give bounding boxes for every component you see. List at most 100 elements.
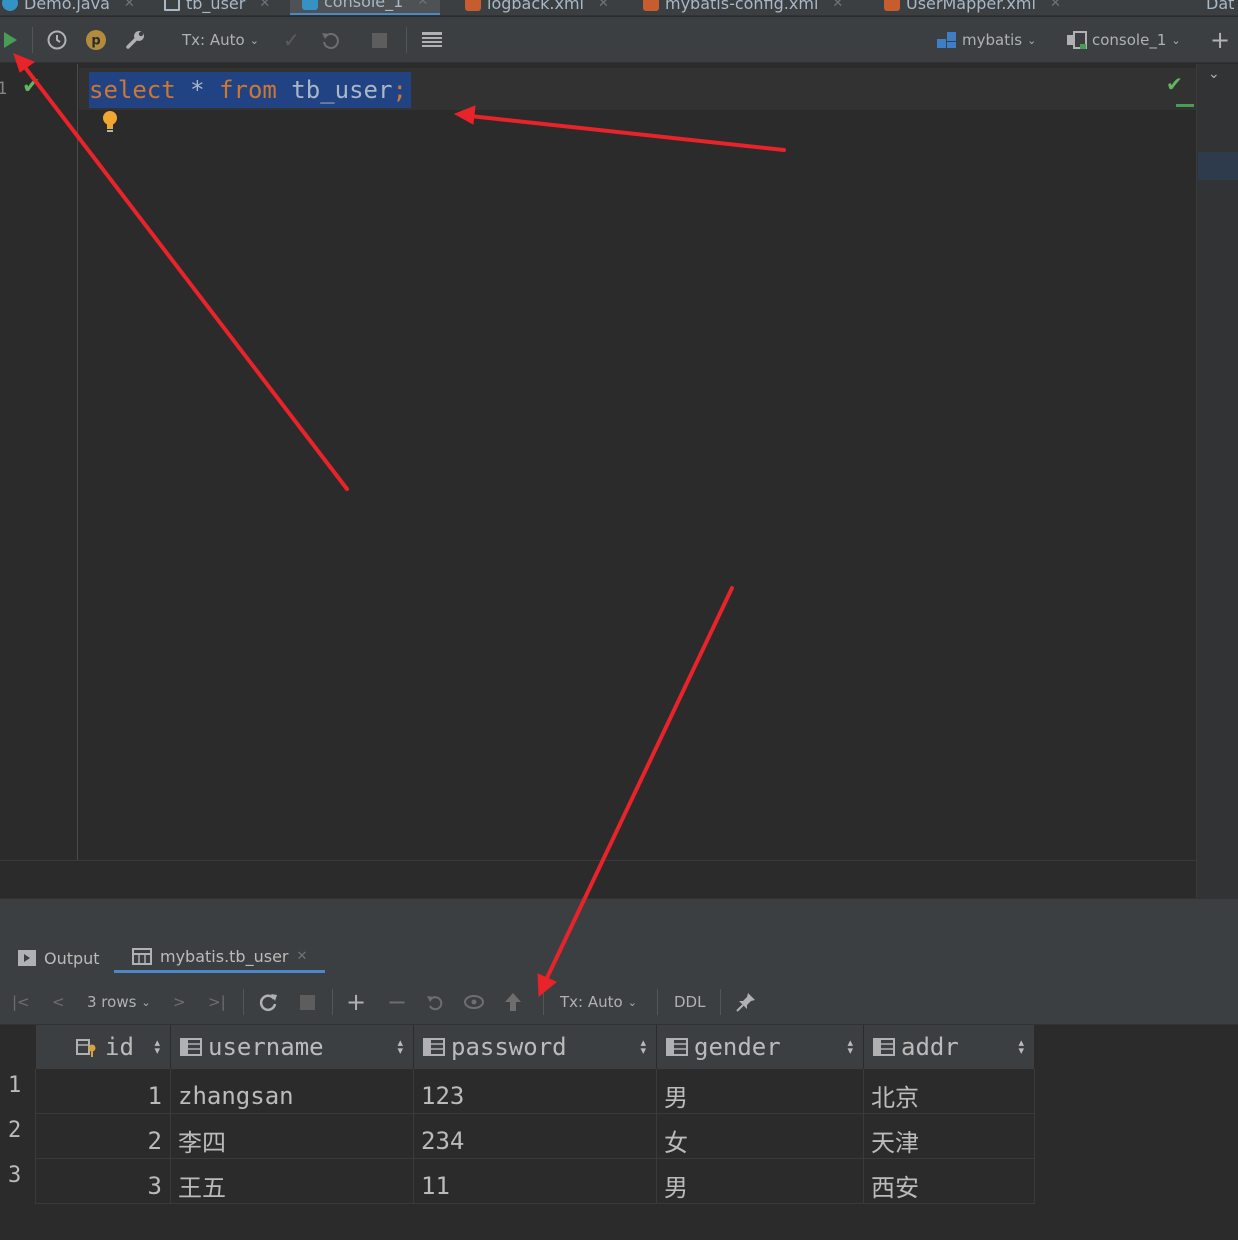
- sql-statement[interactable]: select * from tb_user;: [89, 72, 411, 108]
- previous-page-button[interactable]: <: [52, 979, 65, 1025]
- chevron-right-icon: >: [173, 993, 186, 1011]
- close-icon[interactable]: ✕: [124, 0, 135, 11]
- column-header-gender[interactable]: gender ▴ ▾: [658, 1025, 864, 1069]
- output-icon: [18, 950, 36, 966]
- table-icon: [132, 948, 152, 965]
- revert-button[interactable]: [425, 979, 445, 1025]
- cell-username[interactable]: zhangsan: [172, 1069, 414, 1114]
- add-row-button[interactable]: +: [346, 979, 366, 1025]
- sql-editor[interactable]: 1 ✔ select * from tb_user; ✔: [0, 64, 1196, 860]
- close-icon[interactable]: ✕: [259, 0, 270, 11]
- column-header-password[interactable]: password ▴ ▾: [415, 1025, 657, 1069]
- last-page-button[interactable]: >|: [208, 979, 226, 1025]
- datasource-dropdown[interactable]: mybatis ⌄: [936, 17, 1036, 63]
- sort-icon[interactable]: ▴ ▾: [847, 1037, 853, 1056]
- tab-label: console_1: [324, 0, 404, 11]
- chevron-down-icon[interactable]: ⌄: [1208, 66, 1220, 82]
- column-header-addr[interactable]: addr ▴ ▾: [865, 1025, 1035, 1069]
- column-header-username[interactable]: username ▴ ▾: [172, 1025, 414, 1069]
- pin-tab-button[interactable]: [735, 979, 757, 1025]
- history-button[interactable]: [46, 17, 68, 63]
- close-icon[interactable]: ✕: [832, 0, 843, 11]
- table-row[interactable]: 2 2 李四 234 女 天津: [0, 1114, 1035, 1159]
- tab-logback-xml[interactable]: logback.xml ✕: [465, 0, 609, 15]
- stop-icon: [300, 994, 315, 1010]
- tab-console-1[interactable]: console_1 ✕: [290, 0, 441, 15]
- sort-icon[interactable]: ▴ ▾: [397, 1037, 403, 1056]
- close-icon[interactable]: ✕: [598, 0, 609, 11]
- tab-label: Demo.java: [24, 0, 110, 13]
- close-icon[interactable]: ✕: [417, 0, 428, 9]
- row-count-label: 3 rows: [87, 993, 137, 1011]
- next-page-button[interactable]: >: [173, 979, 186, 1025]
- parameters-button[interactable]: p: [85, 17, 107, 63]
- cell-gender[interactable]: 女: [658, 1114, 864, 1159]
- pin-icon: [736, 993, 755, 1012]
- plus-icon: +: [346, 988, 367, 1016]
- sort-icon[interactable]: ▴ ▾: [1018, 1037, 1024, 1056]
- cell-username[interactable]: 李四: [172, 1114, 414, 1159]
- database-tool-button[interactable]: [1198, 152, 1238, 180]
- cell-password[interactable]: 234: [415, 1114, 657, 1159]
- clock-icon: [47, 30, 67, 50]
- cell-id[interactable]: 3: [37, 1159, 171, 1204]
- table-row[interactable]: 1 1 zhangsan 123 男 北京: [0, 1069, 1035, 1114]
- stop-icon: [372, 32, 387, 48]
- table-row[interactable]: 3 3 王五 11 男 西安: [0, 1159, 1035, 1204]
- reload-button[interactable]: [258, 979, 278, 1025]
- cell-addr[interactable]: 西安: [865, 1159, 1035, 1204]
- tab-mybatis-tb-user[interactable]: mybatis.tb_user ✕: [114, 943, 326, 973]
- tab-mybatis-config-xml[interactable]: mybatis-config.xml ✕: [643, 0, 843, 15]
- tab-database[interactable]: Dat: [1206, 0, 1234, 15]
- tab-output[interactable]: Output: [18, 943, 100, 973]
- output-layout-button[interactable]: [421, 17, 443, 63]
- delete-row-button[interactable]: −: [387, 979, 407, 1025]
- settings-button[interactable]: [124, 17, 146, 63]
- inspection-ok-icon[interactable]: ✔: [1166, 72, 1183, 96]
- cell-password[interactable]: 11: [415, 1159, 657, 1204]
- console-dropdown[interactable]: console_1 ⌄: [1066, 17, 1181, 63]
- lightbulb-icon[interactable]: [101, 110, 119, 134]
- cell-addr[interactable]: 北京: [865, 1069, 1035, 1114]
- tx-mode-dropdown[interactable]: Tx: Auto ⌄: [182, 17, 259, 63]
- cell-id[interactable]: 2: [37, 1114, 171, 1159]
- last-page-icon: >|: [208, 993, 226, 1011]
- sort-icon[interactable]: ▴ ▾: [154, 1037, 160, 1056]
- console-session-icon: [1067, 31, 1087, 49]
- submit-button[interactable]: [503, 979, 523, 1025]
- column-icon: [180, 1038, 202, 1056]
- preview-changes-button[interactable]: [464, 979, 486, 1025]
- plus-icon: +: [1210, 26, 1231, 54]
- add-console-button[interactable]: +: [1210, 17, 1230, 63]
- result-tx-mode-dropdown[interactable]: Tx: Auto ⌄: [560, 979, 637, 1025]
- cell-gender[interactable]: 男: [658, 1069, 864, 1114]
- sql-keyword: select: [89, 76, 176, 104]
- tab-tb-user[interactable]: tb_user ✕: [164, 0, 270, 15]
- chevron-down-icon: ⌄: [249, 33, 259, 47]
- commit-button[interactable]: ✓: [283, 17, 300, 63]
- first-page-button[interactable]: |<: [12, 979, 30, 1025]
- tab-demo-java[interactable]: Demo.java ✕: [2, 0, 135, 15]
- column-name: id: [105, 1033, 134, 1061]
- console-icon: [302, 0, 318, 10]
- tab-usermapper-xml[interactable]: UserMapper.xml ✕: [884, 0, 1061, 15]
- rollback-button[interactable]: [320, 17, 342, 63]
- result-grid[interactable]: id ▴ ▾ username ▴ ▾ password ▴ ▾ gender ▴ ▾ …: [0, 1025, 1238, 1240]
- ddl-button[interactable]: DDL: [674, 979, 705, 1025]
- close-icon[interactable]: ✕: [296, 949, 307, 964]
- close-icon[interactable]: ✕: [1050, 0, 1061, 11]
- cell-username[interactable]: 王五: [172, 1159, 414, 1204]
- page-size-dropdown[interactable]: 3 rows ⌄: [87, 979, 151, 1025]
- cell-id[interactable]: 1: [37, 1069, 171, 1114]
- column-header-id[interactable]: id ▴ ▾: [37, 1025, 171, 1069]
- row-number: 3: [0, 1159, 36, 1204]
- datasource-label: mybatis: [962, 31, 1023, 49]
- execute-button[interactable]: [2, 17, 18, 63]
- cell-password[interactable]: 123: [415, 1069, 657, 1114]
- stop-button[interactable]: [372, 17, 387, 63]
- cancel-query-button[interactable]: [300, 979, 315, 1025]
- column-name: addr: [901, 1033, 959, 1061]
- cell-gender[interactable]: 男: [658, 1159, 864, 1204]
- sort-icon[interactable]: ▴ ▾: [640, 1037, 646, 1056]
- cell-addr[interactable]: 天津: [865, 1114, 1035, 1159]
